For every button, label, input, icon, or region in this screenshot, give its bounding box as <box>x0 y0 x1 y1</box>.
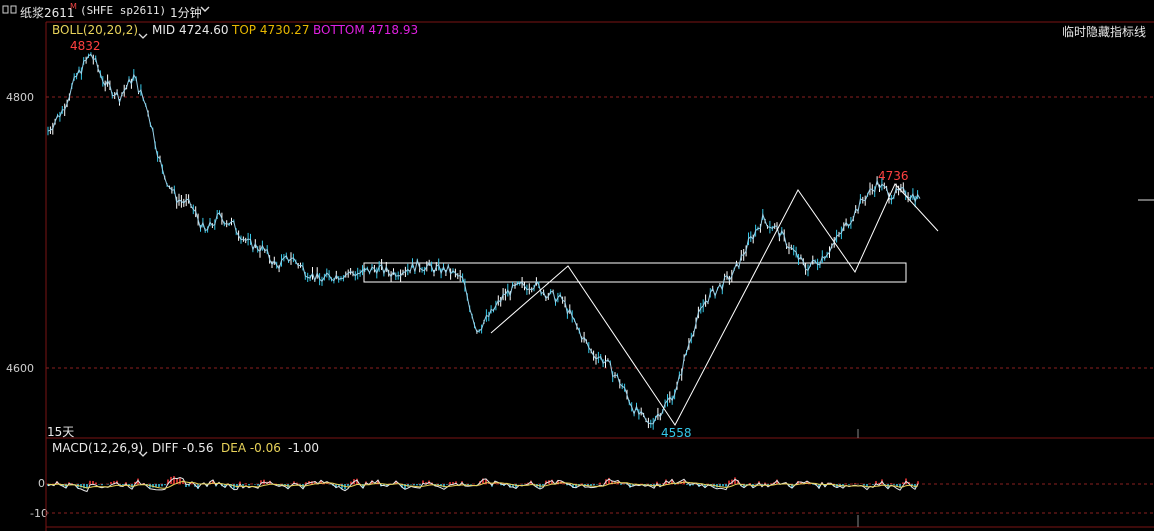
chart-area[interactable] <box>0 0 1154 531</box>
candles-group <box>47 52 919 430</box>
trend-line <box>490 183 939 426</box>
